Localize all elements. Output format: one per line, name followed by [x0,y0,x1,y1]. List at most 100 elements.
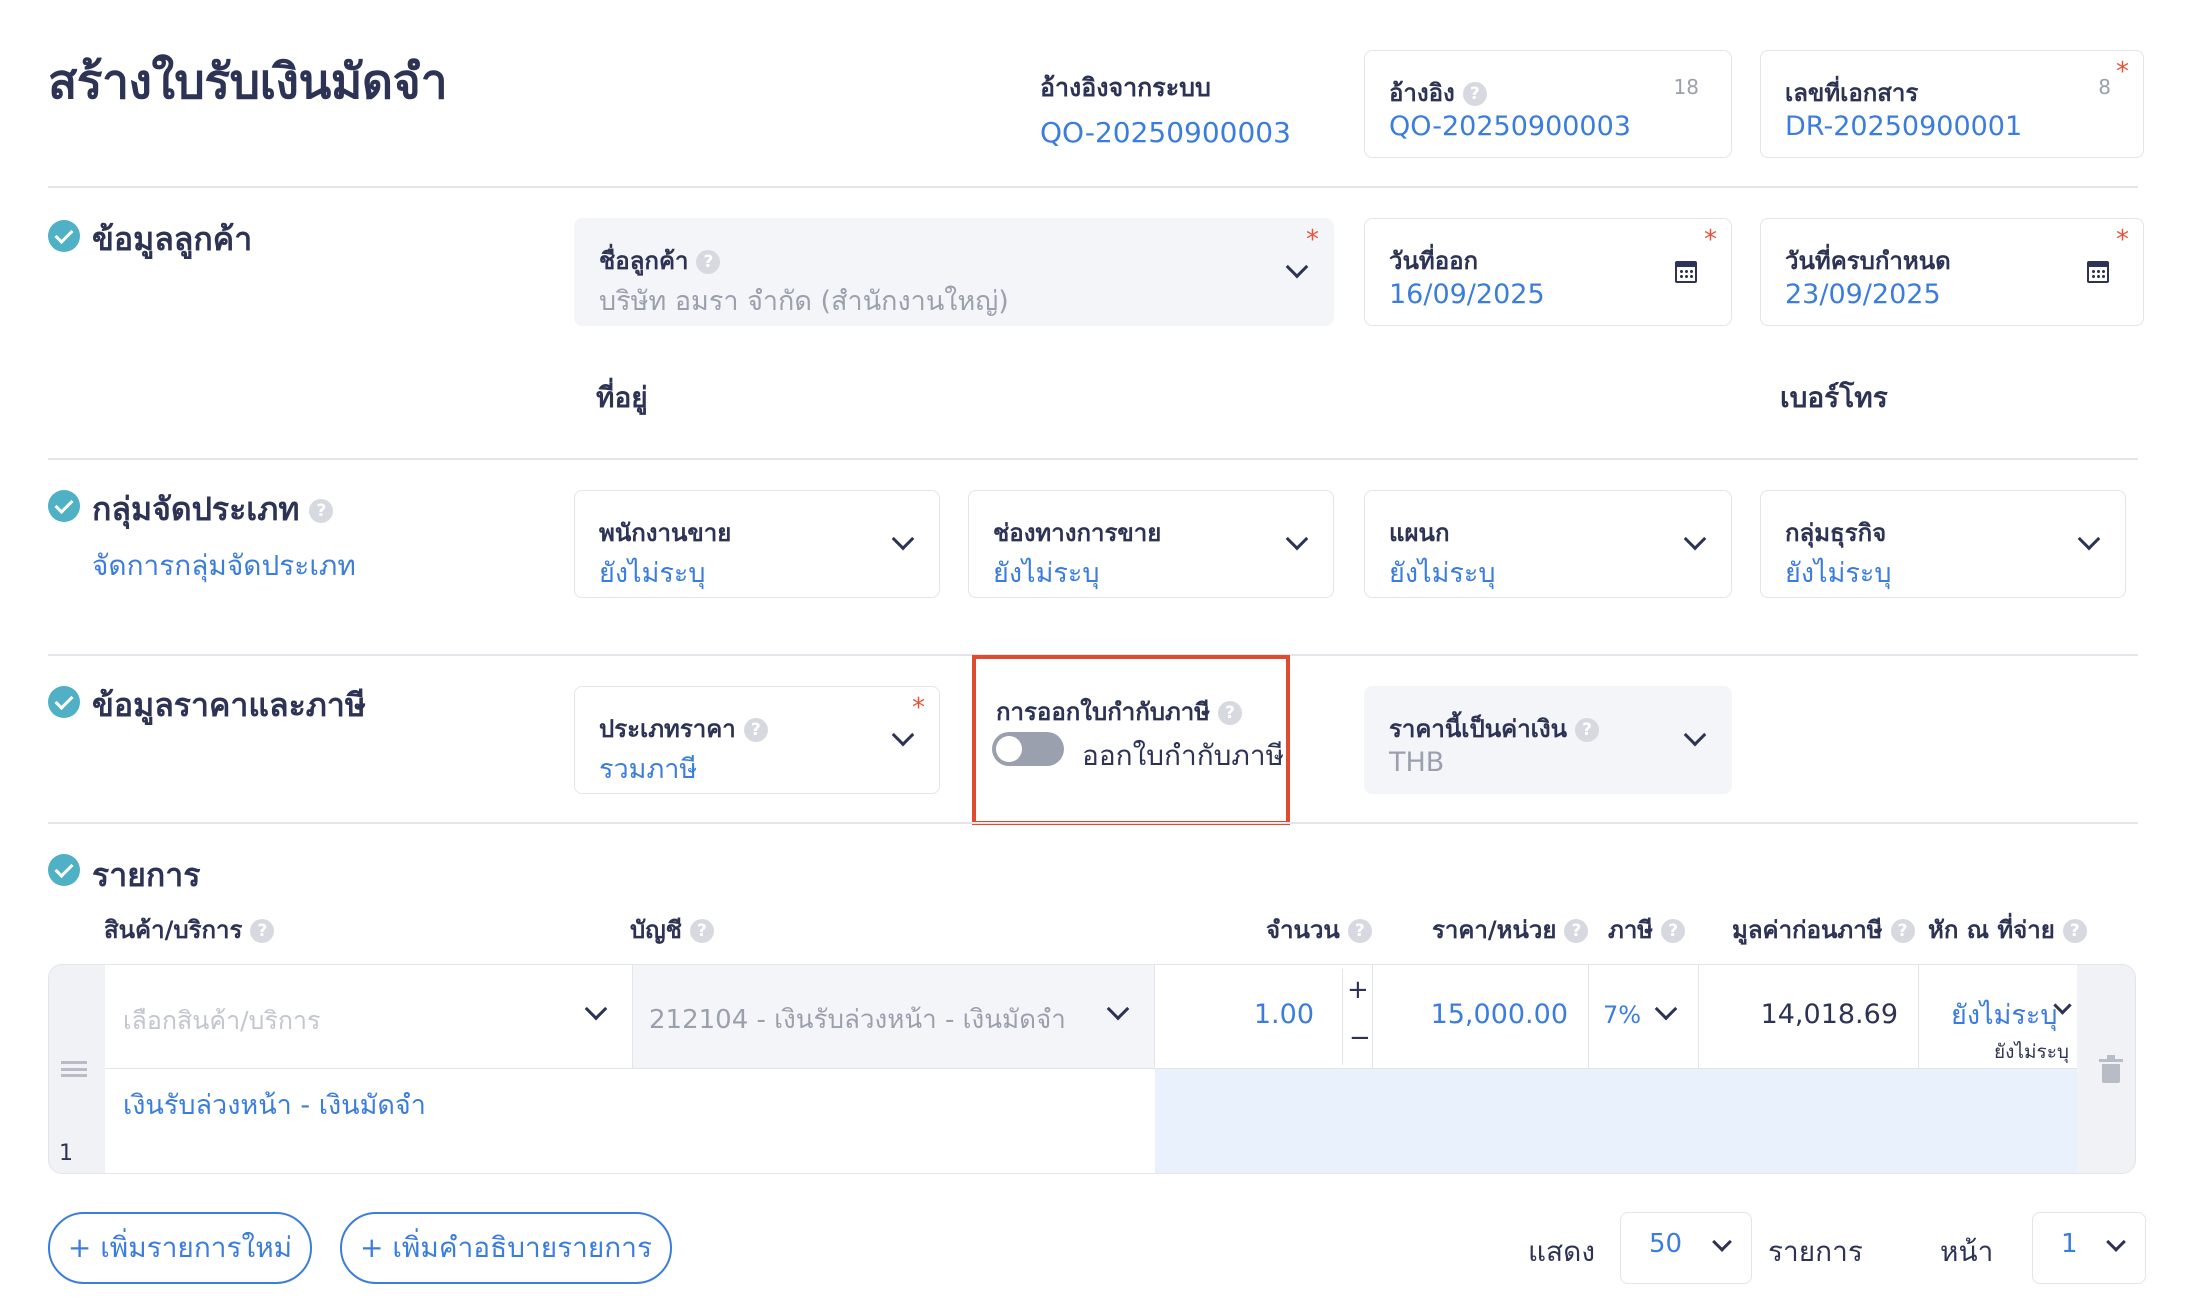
help-icon[interactable]: ? [309,499,334,523]
business-group-select[interactable]: กลุ่มธุรกิจ ยังไม่ระบุ [1760,490,2126,598]
customer-name-select[interactable]: ชื่อลูกค้า? * บริษัท อมรา จำกัด (สำนักงา… [574,218,1334,326]
currency-select[interactable]: ราคานี้เป็นค่าเงิน? THB [1364,686,1732,794]
trash-icon[interactable] [2099,1055,2123,1083]
chevron-down-icon [1285,255,1309,279]
qty-stepper[interactable]: 1.00 + − [1155,965,1373,1069]
help-icon[interactable]: ? [689,919,714,943]
salesperson-value: ยังไม่ระบุ [599,558,706,589]
divider [48,822,2138,824]
system-ref-link[interactable]: QO-20250900003 [1040,116,1291,149]
qty-value[interactable]: 1.00 [1254,999,1314,1030]
check-circle-icon [48,686,80,718]
price-type-select[interactable]: ประเภทราคา? * รวมภาษี [574,686,940,794]
tax-invoice-toggle[interactable] [992,732,1064,766]
column-tax: ภาษี [1608,916,1654,944]
due-date-value[interactable]: 23/09/2025 [1785,279,1941,310]
add-item-button[interactable]: + เพิ่มรายการใหม่ [48,1212,312,1284]
page-select[interactable]: 1 [2032,1212,2146,1284]
page-size-select[interactable]: 50 [1620,1212,1752,1284]
wht-select[interactable]: ยังไม่ระบุ ยังไม่ระบุ [1919,965,2077,1069]
row-index: 1 [59,1141,73,1166]
reference-char-count: 18 [1673,75,1699,99]
help-icon[interactable]: ? [1575,718,1600,742]
show-label: แสดง [1528,1235,1595,1268]
salesperson-select[interactable]: พนักงานขาย ยังไม่ระบุ [574,490,940,598]
phone-label: เบอร์โทร [1780,381,1888,414]
wht-value: ยังไม่ระบุ [1951,1000,2058,1031]
pre-tax-value: 14,018.69 [1760,999,1898,1030]
wht-subtext: ยังไม่ระบุ [1994,1041,2069,1063]
item-description[interactable]: เงินรับล่วงหน้า - เงินมัดจำ [123,1083,426,1126]
issue-date-field[interactable]: วันที่ออก * 16/09/2025 [1364,218,1732,326]
account-select[interactable]: 212104 - เงินรับล่วงหน้า - เงินมัดจำ [633,965,1155,1069]
chevron-down-icon [891,723,915,747]
pre-tax-cell: 14,018.69 [1699,965,1919,1069]
currency-label: ราคานี้เป็นค่าเงิน [1389,715,1568,743]
tax-select[interactable]: 7% [1589,965,1699,1069]
unit-price-value[interactable]: 15,000.00 [1431,999,1568,1030]
address-label: ที่อยู่ [596,381,648,414]
chevron-down-icon [1683,527,1707,551]
chevron-down-icon [891,527,915,551]
chevron-down-icon [1712,1232,1732,1252]
issue-date-value[interactable]: 16/09/2025 [1389,279,1545,310]
tax-value: 7% [1603,1001,1642,1029]
help-icon[interactable]: ? [1890,919,1915,943]
department-select[interactable]: แผนก ยังไม่ระบุ [1364,490,1732,598]
column-product: สินค้า/บริการ [104,916,243,944]
reference-label: อ้างอิง [1389,79,1455,107]
reference-value[interactable]: QO-20250900003 [1389,111,1631,142]
help-icon[interactable]: ? [1564,919,1589,943]
required-marker: * [1704,225,1717,255]
manage-grouping-link[interactable]: จัดการกลุ่มจัดประเภท [92,544,356,588]
help-icon[interactable]: ? [743,718,768,742]
add-description-button[interactable]: + เพิ่มคำอธิบายรายการ [340,1212,672,1284]
items-label: รายการ [1768,1235,1863,1268]
increment-icon[interactable]: + [1347,975,1369,1005]
calendar-icon[interactable] [2087,261,2109,283]
decrement-icon[interactable]: − [1349,1023,1371,1053]
issue-date-label: วันที่ออก [1389,247,1479,275]
chevron-down-icon [1106,997,1130,1021]
document-number-label: เลขที่เอกสาร [1785,79,1919,107]
help-icon[interactable]: ? [2062,919,2087,943]
drag-handle-icon[interactable] [61,1061,87,1077]
grouping-section-title: กลุ่มจัดประเภท [92,490,300,528]
sales-channel-select[interactable]: ช่องทางการขาย ยังไม่ระบุ [968,490,1334,598]
pricing-section-title: ข้อมูลราคาและภาษี [92,686,366,724]
currency-value: THB [1389,747,1445,778]
column-qty: จำนวน [1266,916,1340,944]
table-row: 1 เลือกสินค้า/บริการ 212104 - เงินรับล่ว… [48,964,2136,1174]
reference-field[interactable]: อ้างอิง? 18 QO-20250900003 [1364,50,1732,158]
column-unit-price: ราคา/หน่วย [1432,916,1557,944]
check-circle-icon [48,490,80,522]
required-marker: * [912,693,925,723]
calendar-icon[interactable] [1675,261,1697,283]
sales-channel-label: ช่องทางการขาย [993,519,1162,547]
help-icon[interactable]: ? [1218,701,1243,725]
due-date-field[interactable]: วันที่ครบกำหนด * 23/09/2025 [1760,218,2144,326]
help-icon[interactable]: ? [696,250,721,274]
required-marker: * [2116,225,2129,255]
help-icon[interactable]: ? [1462,82,1487,106]
divider [48,458,2138,460]
help-icon[interactable]: ? [250,919,275,943]
salesperson-label: พนักงานขาย [599,519,732,547]
customer-name-value: บริษัท อมรา จำกัด (สำนักงานใหญ่) [599,286,1009,317]
document-number-char-count: 8 [2098,75,2111,99]
column-wht: หัก ณ ที่จ่าย [1928,916,2055,944]
chevron-down-icon [1654,997,1678,1021]
help-icon[interactable]: ? [1347,919,1372,943]
help-icon[interactable]: ? [1661,919,1686,943]
unit-price-input[interactable]: 15,000.00 [1373,965,1589,1069]
chevron-down-icon [1285,527,1309,551]
department-label: แผนก [1389,519,1450,547]
items-section-title: รายการ [92,856,201,894]
chevron-down-icon [2106,1232,2126,1252]
document-number-value[interactable]: DR-20250900001 [1785,111,2022,142]
tax-invoice-toggle-text: ออกใบกำกับภาษี [1082,739,1285,772]
price-type-label: ประเภทราคา [599,715,736,743]
product-select[interactable]: เลือกสินค้า/บริการ [105,965,633,1069]
page-label: หน้า [1940,1235,1994,1268]
document-number-field[interactable]: เลขที่เอกสาร * 8 DR-20250900001 [1760,50,2144,158]
